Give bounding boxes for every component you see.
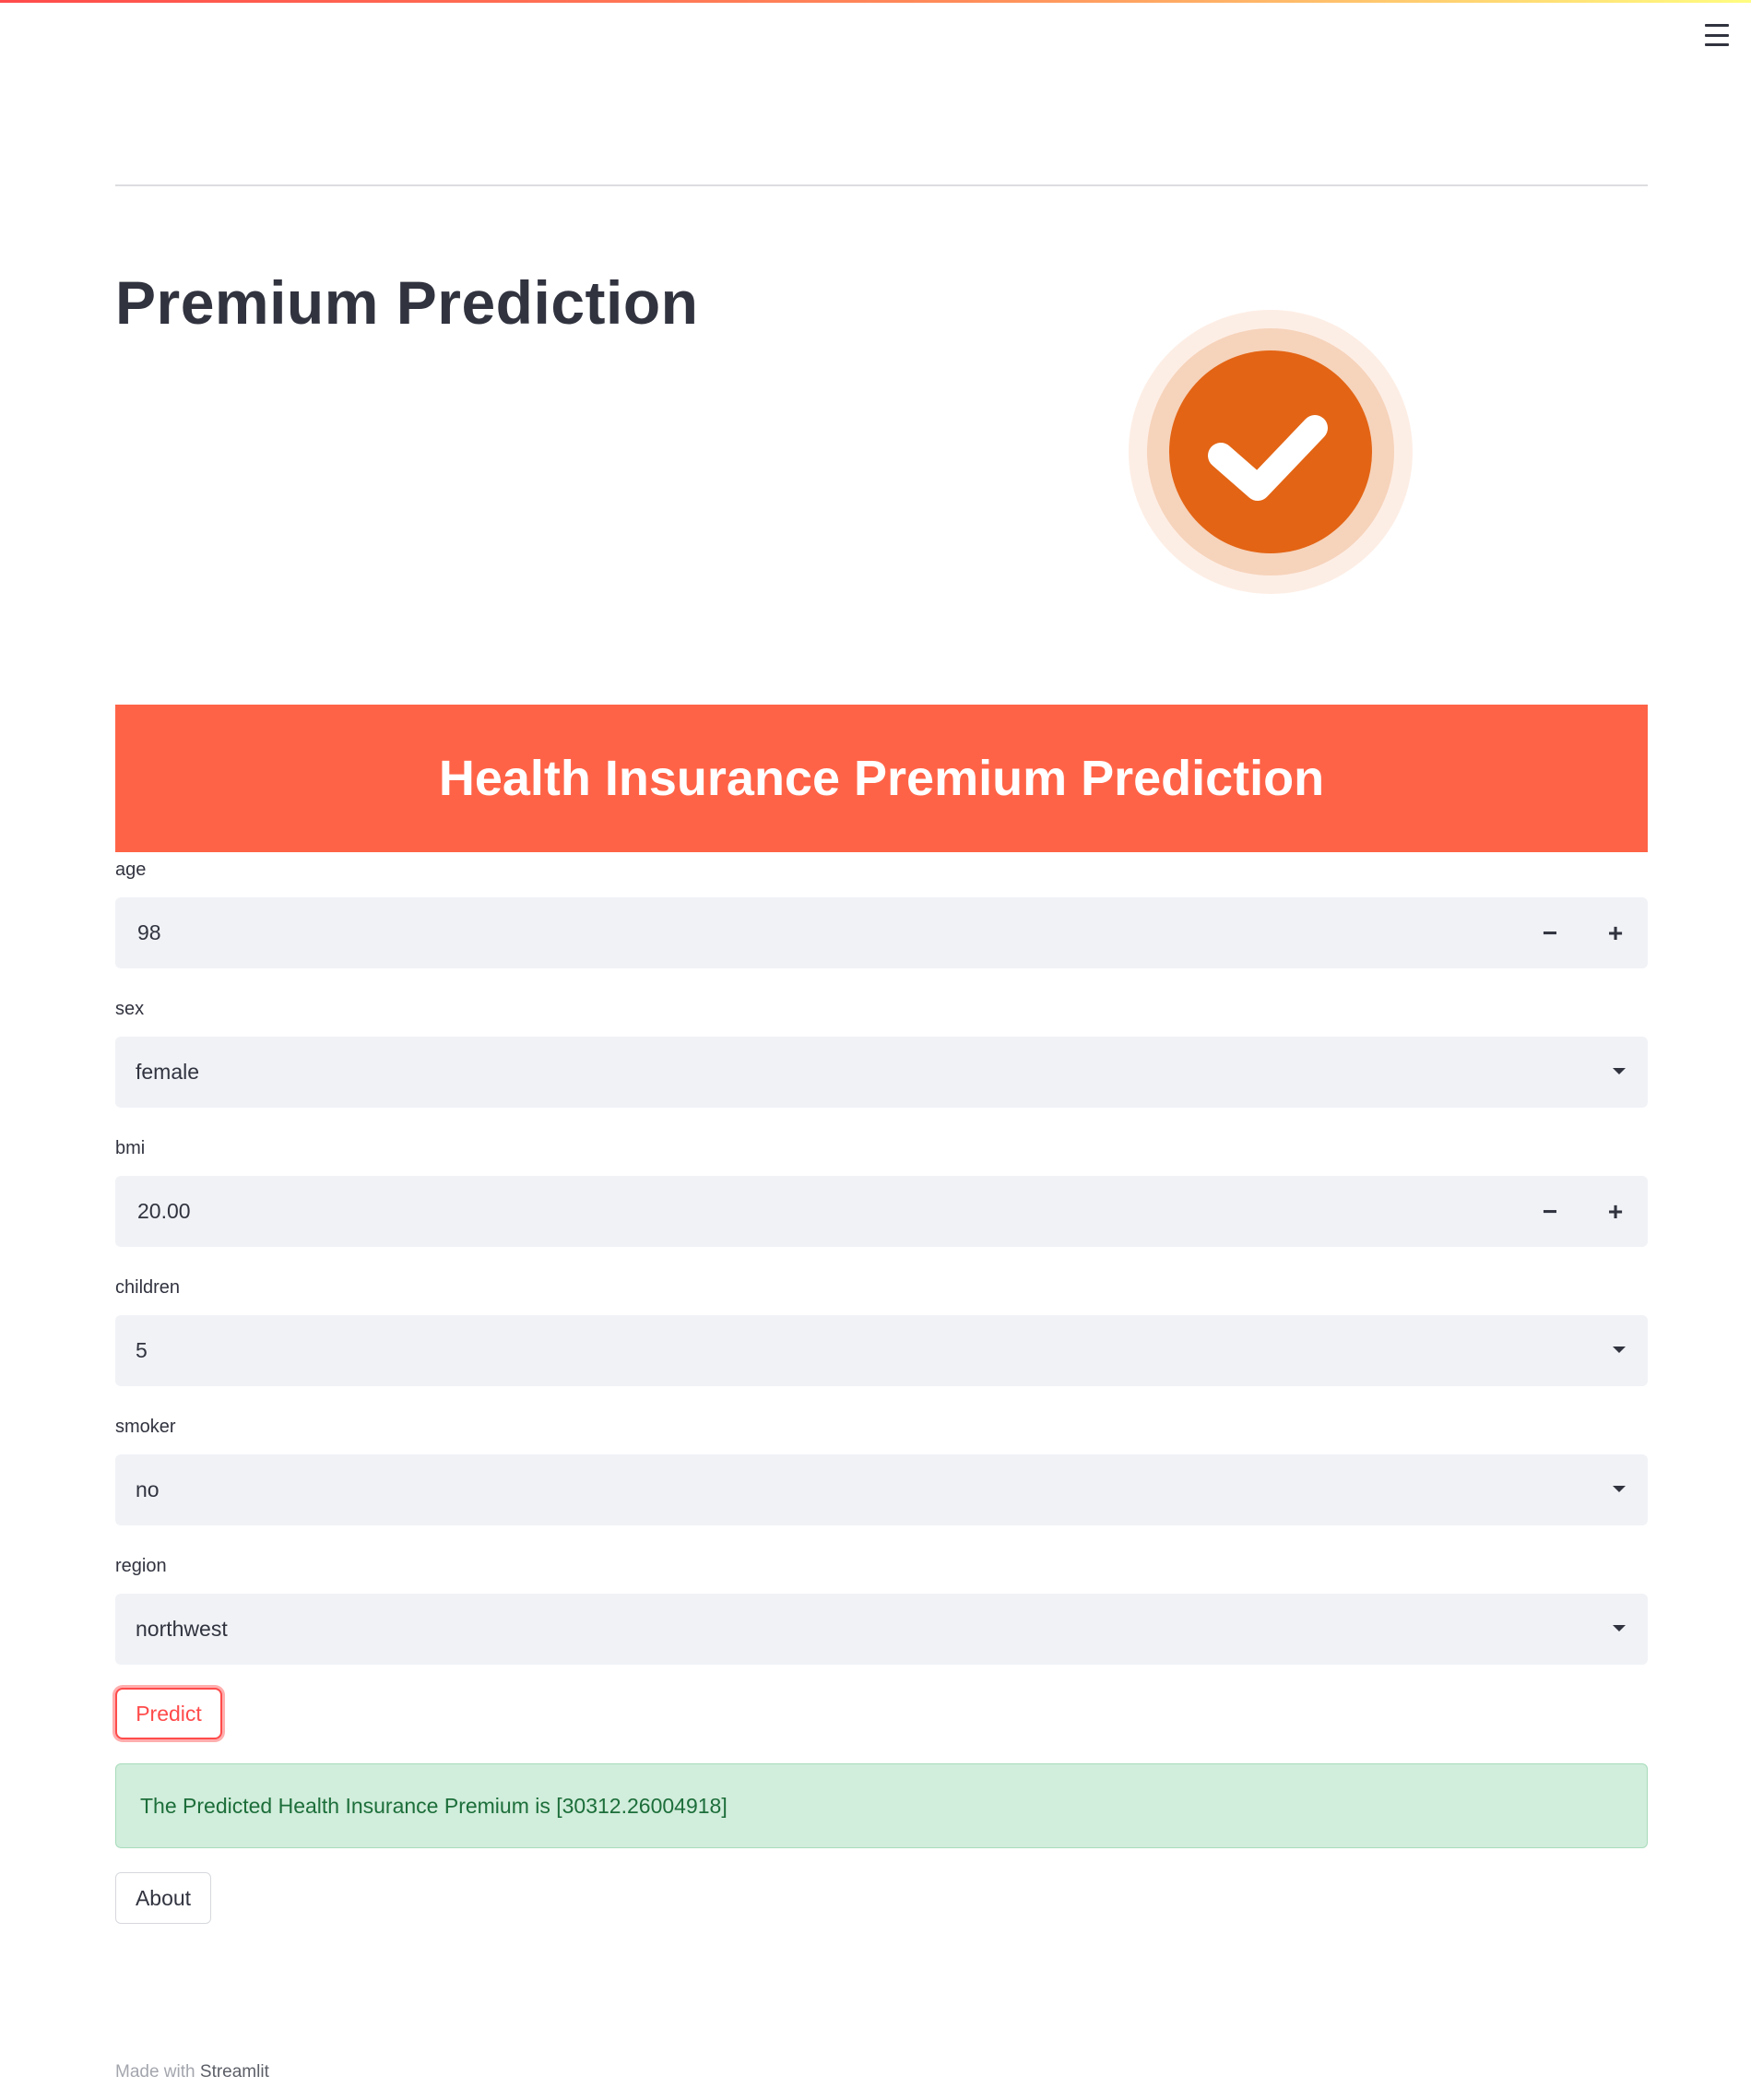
hamburger-menu-icon[interactable] (1705, 24, 1729, 46)
sex-label: sex (115, 999, 145, 1019)
page-title: Premium Prediction (115, 268, 699, 337)
children-selected-value: 5 (136, 1338, 148, 1362)
caret-down-icon[interactable] (1613, 1068, 1626, 1074)
smoker-select[interactable]: no (115, 1454, 1648, 1525)
divider (115, 184, 1648, 186)
age-label: age (115, 860, 147, 880)
footer-prefix: Made with (115, 2062, 195, 2082)
check-circle-icon (1129, 310, 1413, 594)
streamlit-link[interactable]: Streamlit (200, 2062, 269, 2082)
sex-select[interactable]: female (115, 1037, 1648, 1108)
region-selected-value: northwest (136, 1617, 228, 1641)
menu-bar (1705, 43, 1729, 46)
smoker-label: smoker (115, 1417, 176, 1437)
bmi-value[interactable]: 20.00 (137, 1176, 191, 1247)
region-label: region (115, 1556, 167, 1576)
bmi-label: bmi (115, 1138, 146, 1158)
age-decrement-button[interactable]: − (1518, 897, 1582, 968)
banner-title: Health Insurance Premium Prediction (438, 751, 1325, 806)
menu-bar (1705, 33, 1729, 37)
caret-down-icon[interactable] (1613, 1625, 1626, 1631)
prediction-result-alert: The Predicted Health Insurance Premium i… (115, 1763, 1648, 1848)
caret-down-icon[interactable] (1613, 1486, 1626, 1492)
top-decoration-stripe (0, 0, 1751, 3)
bmi-number-input[interactable]: 20.00 − + (115, 1176, 1648, 1247)
age-number-input[interactable]: 98 − + (115, 897, 1648, 968)
about-button[interactable]: About (115, 1872, 211, 1924)
caret-down-icon[interactable] (1613, 1347, 1626, 1353)
sex-selected-value: female (136, 1060, 200, 1084)
children-select[interactable]: 5 (115, 1315, 1648, 1386)
predict-button[interactable]: Predict (115, 1688, 222, 1739)
bmi-increment-button[interactable]: + (1583, 1176, 1648, 1247)
menu-bar (1705, 24, 1729, 27)
prediction-result-text: The Predicted Health Insurance Premium i… (140, 1793, 728, 1818)
age-value[interactable]: 98 (137, 897, 161, 968)
region-select[interactable]: northwest (115, 1594, 1648, 1665)
footer: Made with Streamlit (115, 2062, 269, 2082)
smoker-selected-value: no (136, 1477, 160, 1501)
age-increment-button[interactable]: + (1583, 897, 1648, 968)
children-label: children (115, 1277, 181, 1298)
bmi-decrement-button[interactable]: − (1518, 1176, 1582, 1247)
header-banner: Health Insurance Premium Prediction (115, 705, 1648, 852)
